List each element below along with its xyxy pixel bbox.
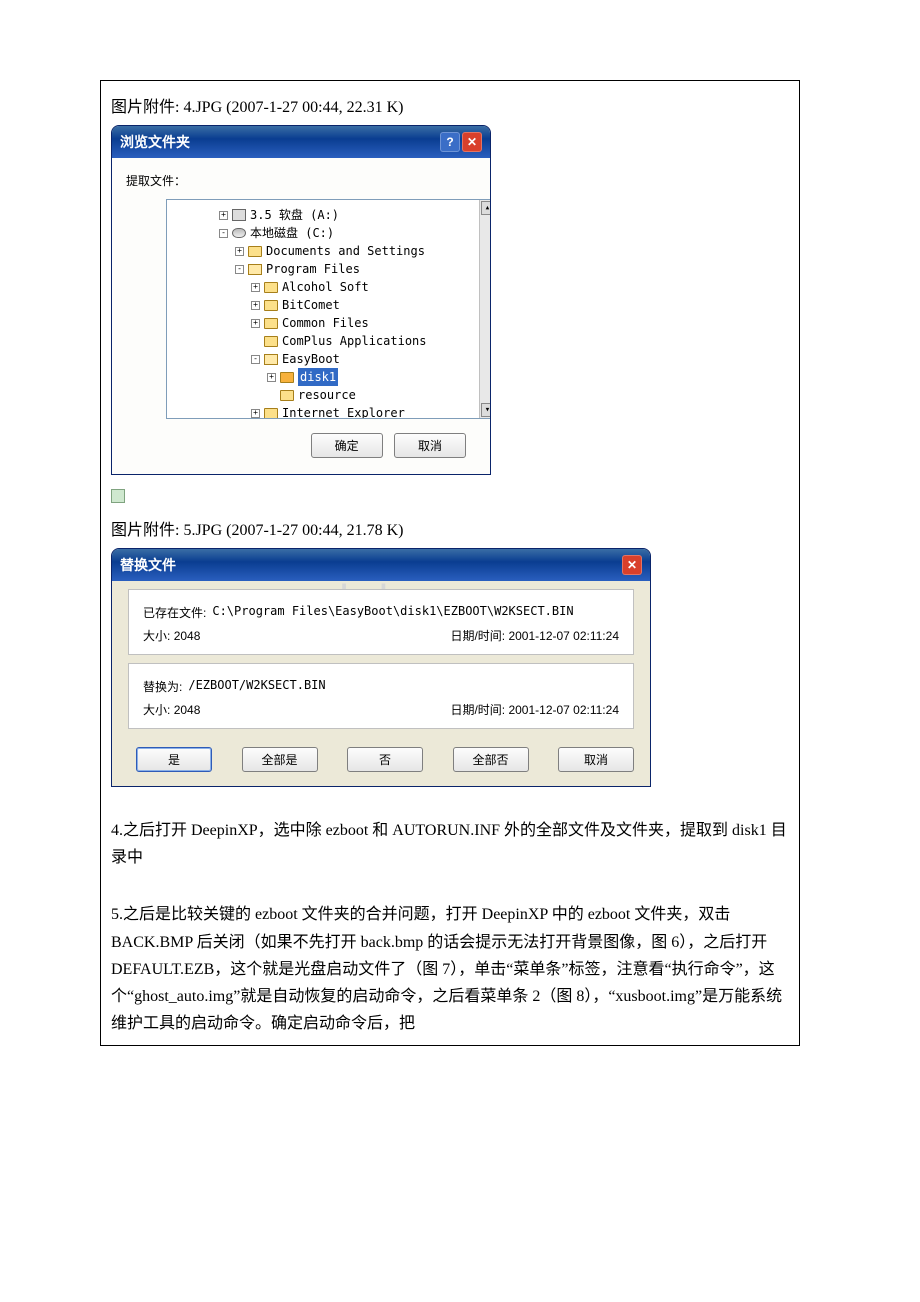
tree-item-label: Program Files: [266, 260, 360, 278]
tree-item[interactable]: + BitComet: [171, 296, 475, 314]
attachment2-name: 5.JPG: [183, 522, 222, 539]
tree-item[interactable]: - EasyBoot: [171, 350, 475, 368]
tree-item[interactable]: + Common Files: [171, 314, 475, 332]
existing-date-label: 日期/时间:: [450, 629, 505, 643]
cancel-button[interactable]: 取消: [394, 433, 466, 458]
expand-toggle[interactable]: +: [267, 373, 276, 382]
folder-icon: [264, 282, 278, 293]
attachment1-meta: (2007-1-27 00:44, 22.31 K): [226, 99, 403, 116]
existing-size-label: 大小:: [143, 629, 170, 643]
expand-toggle[interactable]: +: [251, 301, 260, 310]
replace-titlebar[interactable]: 替换文件 ✕: [112, 549, 650, 581]
expand-toggle[interactable]: +: [251, 409, 260, 418]
folder-icon: [264, 318, 278, 329]
folder-sel-icon: [280, 372, 294, 383]
no-all-button[interactable]: 全部否: [453, 747, 529, 772]
browse-folder-dialog: 浏览文件夹 ? ✕ 提取文件： +3.5 软盘 (A:) - 本地磁盘 (C:) + D…: [111, 125, 491, 475]
existing-file-group: 已存在文件: C:\Program Files\EasyBoot\disk1\E…: [128, 589, 634, 655]
expand-toggle[interactable]: -: [235, 265, 244, 274]
browse-prompt: 提取文件：: [126, 172, 476, 189]
tree-item-label: disk1: [298, 368, 338, 386]
replace-date-label: 日期/时间:: [450, 703, 505, 717]
help-button[interactable]: ?: [440, 132, 460, 152]
tree-item-label: Internet Explorer: [282, 404, 405, 418]
tree-item[interactable]: + Documents and Settings: [171, 242, 475, 260]
attachment2-prefix: 图片附件:: [111, 522, 179, 539]
expand-toggle[interactable]: +: [251, 319, 260, 328]
no-button[interactable]: 否: [347, 747, 423, 772]
tree-item[interactable]: - Program Files: [171, 260, 475, 278]
tree-item[interactable]: resource: [171, 386, 475, 404]
attachment1-caption: 图片附件: 4.JPG (2007-1-27 00:44, 22.31 K): [111, 93, 789, 117]
tree-item-label: resource: [298, 386, 356, 404]
paragraph-5: 5.之后是比较关键的 ezboot 文件夹的合并问题，打开 DeepinXP 中…: [111, 901, 789, 1037]
browse-title: 浏览文件夹: [120, 132, 190, 152]
replace-with-group: 替换为: /EZBOOT/W2KSECT.BIN 大小: 2048 日期/时间:…: [128, 663, 634, 729]
tree-item[interactable]: + Internet Explorer: [171, 404, 475, 418]
folder-icon: [264, 408, 278, 419]
attachment1-prefix: 图片附件:: [111, 99, 179, 116]
folder-open-icon: [264, 354, 278, 365]
folder-icon: [280, 390, 294, 401]
replace-cancel-button[interactable]: 取消: [558, 747, 634, 772]
tree-item-label: Documents and Settings: [266, 242, 425, 260]
tree-item-label: EasyBoot: [282, 350, 340, 368]
disk-icon: [232, 228, 246, 238]
floppy-icon: [232, 209, 246, 221]
yes-all-button[interactable]: 全部是: [242, 747, 318, 772]
existing-date-value: 2001-12-07 02:11:24: [508, 629, 619, 643]
folder-icon: [264, 300, 278, 311]
close-button[interactable]: ✕: [622, 555, 642, 575]
tree-item-label: ComPlus Applications: [282, 332, 427, 350]
existing-file-label: 已存在文件:: [143, 604, 206, 621]
expand-toggle[interactable]: +: [251, 283, 260, 292]
paragraph-4: 4.之后打开 DeepinXP，选中除 ezboot 和 AUTORUN.INF…: [111, 817, 789, 871]
attachment2-caption: 图片附件: 5.JPG (2007-1-27 00:44, 21.78 K): [111, 516, 789, 540]
replace-size-value: 2048: [174, 703, 201, 717]
existing-file-path: C:\Program Files\EasyBoot\disk1\EZBOOT\W…: [212, 604, 573, 621]
image-placeholder-icon: [111, 489, 125, 503]
tree-item[interactable]: ComPlus Applications: [171, 332, 475, 350]
tree-item-label: Alcohol Soft: [282, 278, 369, 296]
expand-toggle[interactable]: -: [219, 229, 228, 238]
browse-titlebar[interactable]: 浏览文件夹 ? ✕: [112, 126, 490, 158]
expand-toggle[interactable]: +: [235, 247, 244, 256]
folder-icon: [248, 246, 262, 257]
tree-item[interactable]: + Alcohol Soft: [171, 278, 475, 296]
tree-item[interactable]: - 本地磁盘 (C:): [171, 224, 475, 242]
replace-with-label: 替换为:: [143, 678, 182, 695]
folder-tree[interactable]: +3.5 软盘 (A:) - 本地磁盘 (C:) + Documents and Set…: [166, 199, 491, 419]
ok-button[interactable]: 确定: [311, 433, 383, 458]
close-button[interactable]: ✕: [462, 132, 482, 152]
folder-icon: [264, 336, 278, 347]
replace-file-dialog: 替换文件 ✕ 已存在文件: C:\Program Files\EasyBoot\…: [111, 548, 651, 787]
scroll-down-button[interactable]: ▾: [481, 403, 492, 417]
tree-item[interactable]: + disk1: [171, 368, 475, 386]
expand-toggle[interactable]: -: [251, 355, 260, 364]
scroll-up-button[interactable]: ▴: [481, 201, 492, 215]
attachment1-name: 4.JPG: [183, 99, 222, 116]
expand-toggle[interactable]: +: [219, 211, 228, 220]
folder-open-icon: [248, 264, 262, 275]
scrollbar[interactable]: ▴ ▾: [479, 200, 491, 418]
replace-date-value: 2001-12-07 02:11:24: [508, 703, 619, 717]
tree-item-label: Common Files: [282, 314, 369, 332]
attachment2-meta: (2007-1-27 00:44, 21.78 K): [226, 522, 403, 539]
tree-item-label: BitComet: [282, 296, 340, 314]
replace-with-path: /EZBOOT/W2KSECT.BIN: [188, 678, 325, 695]
tree-item-label: 本地磁盘 (C:): [250, 224, 334, 242]
replace-title: 替换文件: [120, 555, 176, 575]
yes-button[interactable]: 是: [136, 747, 212, 772]
existing-size-value: 2048: [174, 629, 201, 643]
tree-item-label: 3.5 软盘 (A:): [250, 206, 339, 224]
tree-item[interactable]: +3.5 软盘 (A:): [171, 206, 475, 224]
replace-size-label: 大小:: [143, 703, 170, 717]
